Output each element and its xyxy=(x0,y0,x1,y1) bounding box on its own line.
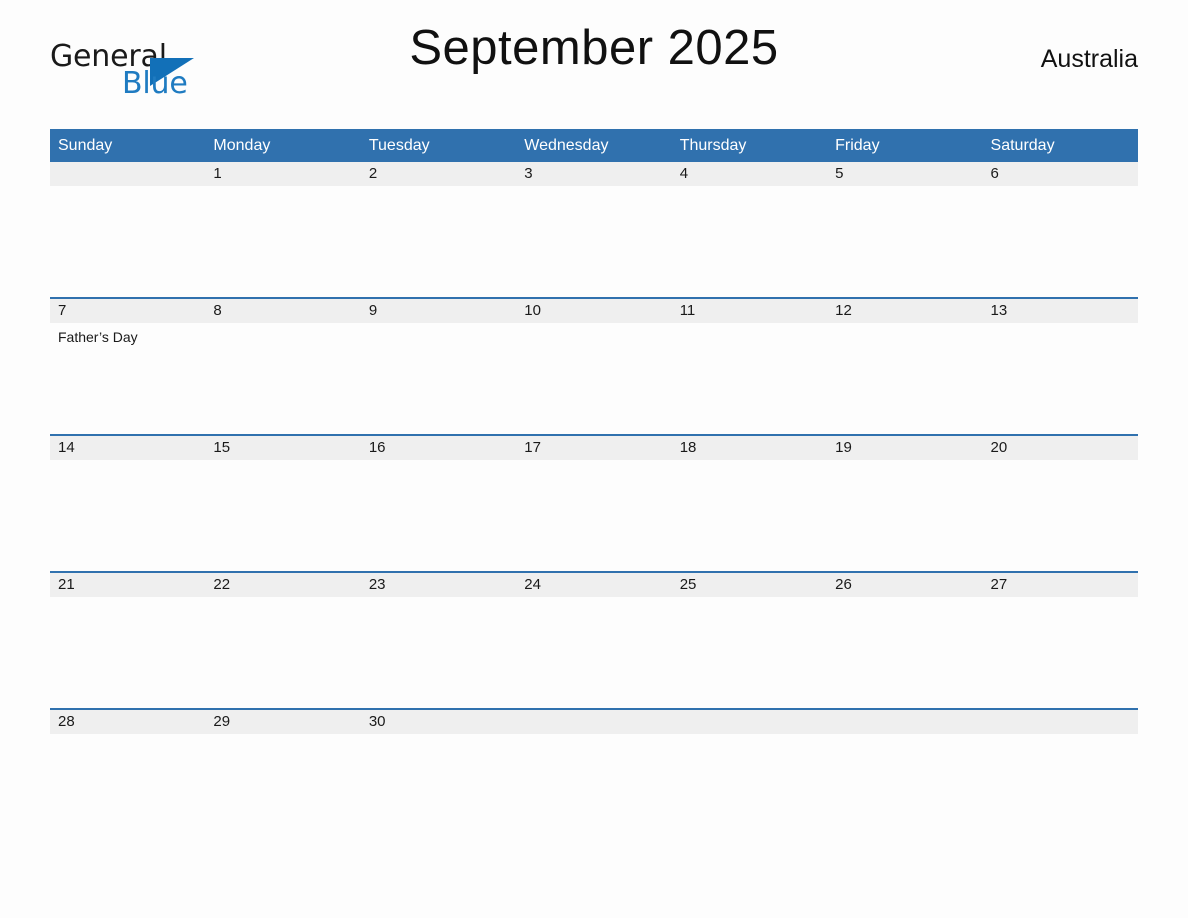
day-cell[interactable] xyxy=(361,597,516,708)
day-number[interactable]: 24 xyxy=(516,573,671,597)
day-number[interactable]: 14 xyxy=(50,436,205,460)
day-cell[interactable] xyxy=(361,186,516,297)
day-number[interactable]: 29 xyxy=(205,710,360,734)
day-cell[interactable] xyxy=(983,460,1138,571)
week-date-bar: 28 29 30 xyxy=(50,708,1138,734)
day-number[interactable] xyxy=(827,710,982,734)
weekday-header-saturday: Saturday xyxy=(990,137,1055,154)
weekday-header-sunday: Sunday xyxy=(58,137,113,154)
day-number[interactable]: 12 xyxy=(827,299,982,323)
day-cell[interactable] xyxy=(205,460,360,571)
day-cell[interactable] xyxy=(827,186,982,297)
day-number[interactable]: 7 xyxy=(50,299,205,323)
day-number[interactable]: 23 xyxy=(361,573,516,597)
day-cell[interactable] xyxy=(827,597,982,708)
day-cell[interactable] xyxy=(827,734,982,845)
day-cell[interactable] xyxy=(205,597,360,708)
day-cell[interactable] xyxy=(50,186,205,297)
weekday-header-thursday: Thursday xyxy=(679,137,747,154)
page-title: September 2025 xyxy=(409,21,779,75)
day-number[interactable]: 8 xyxy=(205,299,360,323)
day-cell[interactable] xyxy=(205,186,360,297)
weekday-header-row: Sunday Monday Tuesday Wednesday Thursday… xyxy=(50,129,1138,162)
day-number[interactable]: 9 xyxy=(361,299,516,323)
day-number[interactable]: 17 xyxy=(516,436,671,460)
day-cell[interactable] xyxy=(672,460,827,571)
day-number[interactable]: 1 xyxy=(205,162,360,186)
day-number[interactable]: 4 xyxy=(672,162,827,186)
day-number[interactable]: 26 xyxy=(827,573,982,597)
day-number[interactable]: 22 xyxy=(205,573,360,597)
day-cell[interactable] xyxy=(672,323,827,434)
week-date-bar: 1 2 3 4 5 6 xyxy=(50,162,1138,186)
day-cell[interactable] xyxy=(50,734,205,845)
day-number[interactable]: 28 xyxy=(50,710,205,734)
day-cell[interactable] xyxy=(516,597,671,708)
weekday-header-wednesday: Wednesday xyxy=(524,137,609,154)
week-event-row xyxy=(50,597,1138,708)
day-cell[interactable] xyxy=(361,460,516,571)
day-number[interactable]: 6 xyxy=(983,162,1138,186)
day-number[interactable] xyxy=(516,710,671,734)
week-event-row xyxy=(50,460,1138,571)
week-event-row xyxy=(50,734,1138,845)
week-event-row xyxy=(50,186,1138,297)
day-cell[interactable] xyxy=(361,734,516,845)
day-cell[interactable] xyxy=(516,323,671,434)
day-cell[interactable] xyxy=(983,186,1138,297)
weekday-header-tuesday: Tuesday xyxy=(368,137,430,154)
calendar-page: General Blue September 2025 Australia Su… xyxy=(0,0,1188,918)
day-number[interactable]: 25 xyxy=(672,573,827,597)
day-number[interactable]: 3 xyxy=(516,162,671,186)
day-cell[interactable] xyxy=(50,597,205,708)
day-cell[interactable] xyxy=(672,597,827,708)
day-number[interactable]: 13 xyxy=(983,299,1138,323)
country-label: Australia xyxy=(1040,45,1138,73)
day-cell[interactable] xyxy=(516,186,671,297)
day-number[interactable]: 27 xyxy=(983,573,1138,597)
day-cell[interactable] xyxy=(983,323,1138,434)
day-cell[interactable] xyxy=(827,323,982,434)
day-number[interactable]: 2 xyxy=(361,162,516,186)
day-number[interactable] xyxy=(983,710,1138,734)
day-cell[interactable] xyxy=(205,323,360,434)
day-cell[interactable] xyxy=(516,734,671,845)
day-number[interactable]: 5 xyxy=(827,162,982,186)
day-number[interactable]: 20 xyxy=(983,436,1138,460)
day-cell[interactable] xyxy=(827,460,982,571)
day-number[interactable]: 18 xyxy=(672,436,827,460)
day-number[interactable] xyxy=(672,710,827,734)
day-cell[interactable] xyxy=(516,460,671,571)
day-cell[interactable] xyxy=(672,186,827,297)
week-date-bar: 14 15 16 17 18 19 20 xyxy=(50,434,1138,460)
day-event: Father’s Day xyxy=(58,329,138,345)
calendar-grid: Sunday Monday Tuesday Wednesday Thursday… xyxy=(50,129,1138,845)
day-cell[interactable] xyxy=(983,597,1138,708)
week-date-bar: 21 22 23 24 25 26 27 xyxy=(50,571,1138,597)
day-number[interactable]: 15 xyxy=(205,436,360,460)
day-number[interactable]: 16 xyxy=(361,436,516,460)
day-cell[interactable] xyxy=(983,734,1138,845)
calendar-week-row: 21 22 23 24 25 26 27 xyxy=(50,571,1138,708)
calendar-week-row: 1 2 3 4 5 6 xyxy=(50,162,1138,297)
day-number[interactable]: 19 xyxy=(827,436,982,460)
day-number[interactable]: 30 xyxy=(361,710,516,734)
weekday-header-monday: Monday xyxy=(213,137,271,154)
day-number[interactable]: 11 xyxy=(672,299,827,323)
day-cell[interactable] xyxy=(50,460,205,571)
calendar-week-row: 14 15 16 17 18 19 20 xyxy=(50,434,1138,571)
day-number[interactable]: 10 xyxy=(516,299,671,323)
day-cell[interactable] xyxy=(205,734,360,845)
day-cell[interactable] xyxy=(361,323,516,434)
day-cell[interactable] xyxy=(672,734,827,845)
day-number[interactable]: 21 xyxy=(50,573,205,597)
week-date-bar: 7 8 9 10 11 12 13 xyxy=(50,297,1138,323)
calendar-week-row: 7 8 9 10 11 12 13 Father’s Day xyxy=(50,297,1138,434)
week-event-row: Father’s Day xyxy=(50,323,1138,434)
weekday-header-friday: Friday xyxy=(835,137,880,154)
day-number[interactable] xyxy=(50,162,205,186)
calendar-week-row: 28 29 30 xyxy=(50,708,1138,845)
day-cell[interactable]: Father’s Day xyxy=(50,323,205,434)
page-header: General Blue September 2025 Australia xyxy=(50,0,1138,99)
